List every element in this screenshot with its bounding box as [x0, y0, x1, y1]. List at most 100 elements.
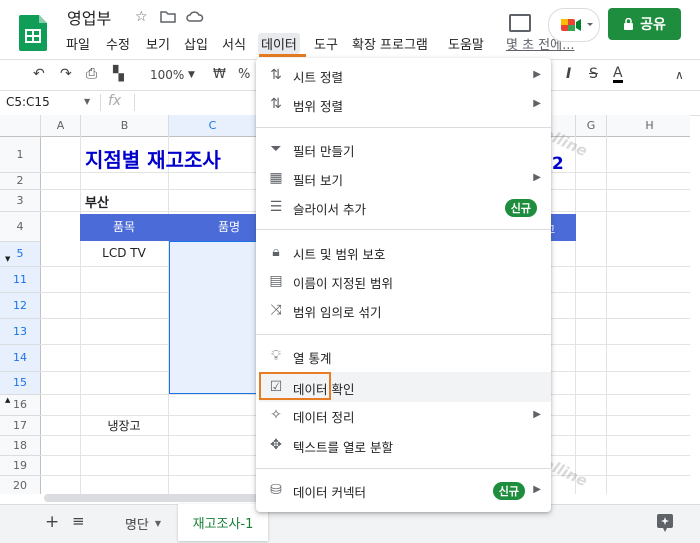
- submenu-arrow-icon: ▶: [533, 484, 541, 495]
- column-header-b[interactable]: B: [81, 115, 169, 137]
- menu-item-column-stats[interactable]: 💡︎ 열 통계: [256, 342, 551, 371]
- move-folder-icon[interactable]: [160, 10, 176, 23]
- select-all-corner[interactable]: [0, 115, 41, 137]
- new-badge: 신규: [504, 199, 537, 217]
- row-header-2[interactable]: 2: [0, 173, 41, 190]
- menu-item-data-cleanup[interactable]: ✧ 데이터 정리 ▶: [256, 401, 551, 430]
- menu-item-sort-range[interactable]: ⇅ 범위 정렬 ▶: [256, 90, 551, 119]
- database-icon: ⛁: [270, 482, 282, 498]
- cloud-status-icon[interactable]: [186, 10, 204, 23]
- row-group-arrow-icon[interactable]: ▼: [5, 255, 10, 263]
- column-header-a[interactable]: A: [41, 115, 81, 137]
- all-sheets-icon[interactable]: ≡: [72, 512, 85, 530]
- menu-separator: [256, 468, 551, 469]
- filter-view-icon: ▦: [269, 170, 283, 186]
- meet-button[interactable]: [548, 8, 600, 42]
- share-button[interactable]: 공유: [608, 8, 681, 40]
- star-icon[interactable]: ☆: [135, 9, 148, 25]
- menu-help[interactable]: 도움말: [445, 33, 487, 54]
- name-box-dropdown-icon[interactable]: ▼: [84, 97, 90, 106]
- sheet-tab-roster[interactable]: 명단 ▼: [108, 505, 178, 541]
- menu-item-named-ranges[interactable]: ▤ 이름이 지정된 범위: [256, 267, 551, 296]
- submenu-arrow-icon: ▶: [533, 409, 541, 420]
- italic-icon[interactable]: I: [566, 66, 571, 82]
- menu-item-sort-sheet[interactable]: ⇅ 시트 정렬 ▶: [256, 61, 551, 90]
- submenu-arrow-icon: ▶: [533, 98, 541, 109]
- row-header-18[interactable]: 18: [0, 436, 41, 456]
- row-header-15[interactable]: 15: [0, 372, 41, 395]
- menu-extensions[interactable]: 확장 프로그램: [349, 33, 431, 54]
- row-header-20[interactable]: 20: [0, 476, 41, 494]
- menu-insert[interactable]: 삽입: [181, 33, 211, 54]
- document-title[interactable]: 영업부: [67, 5, 111, 29]
- zoom-dropdown-icon[interactable]: ▼: [188, 70, 195, 80]
- row-header-11[interactable]: 11: [0, 267, 41, 293]
- menu-view[interactable]: 보기: [143, 33, 173, 54]
- redo-icon[interactable]: ↷: [60, 66, 72, 82]
- item-cell-fridge[interactable]: 냉장고: [80, 417, 168, 434]
- currency-format-button[interactable]: ₩: [213, 67, 226, 82]
- name-box[interactable]: C5:C15: [6, 95, 50, 109]
- row-group-arrow-icon[interactable]: ▲: [5, 396, 10, 404]
- submenu-arrow-icon: ▶: [533, 172, 541, 183]
- column-header-c[interactable]: C: [169, 115, 257, 137]
- chevron-down-icon[interactable]: ▼: [155, 519, 161, 528]
- header-item-cell[interactable]: 품목: [80, 214, 168, 241]
- paint-format-icon[interactable]: ▚: [113, 66, 124, 82]
- comment-history-icon[interactable]: [509, 14, 531, 32]
- lightbulb-icon: 💡︎: [271, 348, 281, 364]
- menu-edit[interactable]: 수정: [103, 33, 133, 54]
- menu-tools[interactable]: 도구: [311, 33, 341, 54]
- sort-range-icon: ⇅: [270, 96, 282, 112]
- row-header-14[interactable]: 14: [0, 345, 41, 372]
- row-header-19[interactable]: 19: [0, 456, 41, 476]
- data-menu-dropdown-lower: ✧ 데이터 정리 ▶ ✥ 텍스트를 열로 분할 ⛁ 데이터 커넥터 신규 ▶: [256, 400, 551, 512]
- sheet-tab-inventory[interactable]: 재고조사-1: [178, 504, 268, 541]
- meet-icon: [561, 19, 593, 31]
- named-range-icon: ▤: [269, 273, 283, 289]
- undo-icon[interactable]: ↶: [33, 66, 45, 82]
- row-header-17[interactable]: 17: [0, 416, 41, 436]
- row-header-13[interactable]: 13: [0, 319, 41, 345]
- add-sheet-icon[interactable]: +: [45, 512, 59, 532]
- selected-range[interactable]: [169, 241, 257, 394]
- menu-item-filter-views[interactable]: ▦ 필터 보기 ▶: [256, 164, 551, 193]
- column-header-h[interactable]: H: [607, 115, 690, 137]
- menu-item-add-slicer[interactable]: ☰ 슬라이서 추가 신규: [256, 193, 551, 222]
- filter-icon: ⏷: [270, 141, 282, 157]
- menu-item-randomize-range[interactable]: ⤨ 범위 임의로 섞기: [256, 296, 551, 325]
- menu-item-data-connectors[interactable]: ⛁ 데이터 커넥터 신규 ▶: [256, 476, 551, 505]
- print-icon[interactable]: ⎙: [86, 66, 97, 82]
- explore-icon[interactable]: [652, 512, 678, 534]
- submenu-arrow-icon: ▶: [533, 69, 541, 80]
- collapse-toolbar-icon[interactable]: ∧: [675, 68, 684, 82]
- menu-item-create-filter[interactable]: ⏷ 필터 만들기: [256, 135, 551, 164]
- row-header-4[interactable]: 4: [0, 212, 41, 242]
- menu-data[interactable]: 데이터: [258, 33, 300, 54]
- zoom-select[interactable]: 100%: [150, 68, 184, 82]
- slicer-icon: ☰: [269, 199, 283, 215]
- menu-separator: [256, 229, 551, 230]
- sheets-logo-icon[interactable]: [19, 15, 49, 51]
- row-header-1[interactable]: 1: [0, 137, 41, 173]
- branch-cell[interactable]: 부산: [85, 192, 109, 211]
- menu-format[interactable]: 서식: [219, 33, 249, 54]
- highlight-box: [259, 372, 331, 400]
- column-header-g[interactable]: G: [576, 115, 607, 137]
- percent-format-button[interactable]: %: [238, 67, 250, 82]
- sheet-tab-label: 명단: [124, 517, 149, 533]
- active-menu-underline: [259, 54, 306, 57]
- text-color-icon[interactable]: A: [613, 66, 623, 83]
- menu-file[interactable]: 파일: [63, 33, 93, 54]
- item-cell-lcd-tv[interactable]: LCD TV: [80, 246, 168, 260]
- row-header-12[interactable]: 12: [0, 293, 41, 319]
- menu-item-split-text[interactable]: ✥ 텍스트를 열로 분할: [256, 431, 551, 460]
- sheet-tab-label: 재고조사-1: [192, 517, 254, 532]
- magic-wand-icon: ✧: [270, 407, 282, 423]
- strikethrough-icon[interactable]: S: [589, 66, 598, 82]
- divider: [134, 94, 135, 111]
- sheet-title-cell[interactable]: 지점별 재고조사: [85, 144, 221, 173]
- shuffle-icon: ⤨: [270, 302, 282, 318]
- row-header-3[interactable]: 3: [0, 190, 41, 212]
- menu-item-protect-range[interactable]: 🔒︎ 시트 및 범위 보호: [256, 238, 551, 267]
